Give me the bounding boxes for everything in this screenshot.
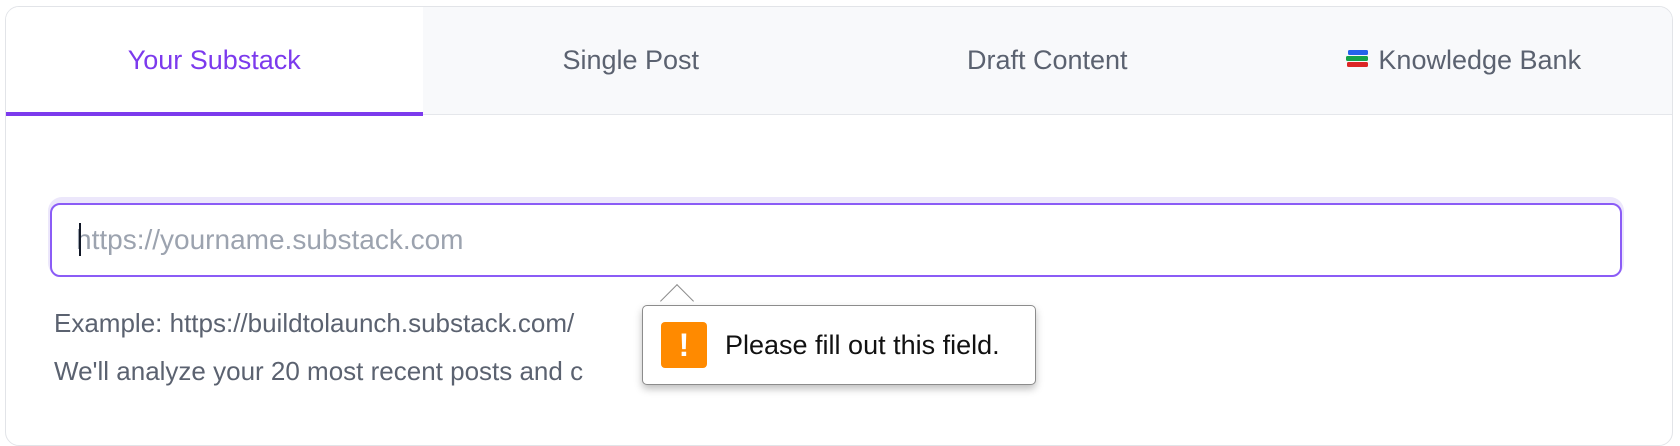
- tab-label: Single Post: [562, 45, 700, 75]
- books-icon: [1346, 50, 1369, 67]
- tab-single-post[interactable]: Single Post: [423, 7, 840, 114]
- tab-label: Draft Content: [966, 45, 1128, 75]
- warning-glyph: !: [678, 327, 690, 363]
- tab-your-substack[interactable]: Your Substack: [6, 7, 423, 116]
- warning-icon: !: [661, 322, 707, 368]
- substack-url-input[interactable]: [50, 203, 1622, 277]
- analyze-hint: We'll analyze your 20 most recent posts …: [54, 356, 584, 386]
- text-caret: [79, 223, 81, 256]
- tab-knowledge-bank[interactable]: Knowledge Bank: [1256, 7, 1673, 114]
- tab-bar: Your Substack Single Post Draft Content …: [6, 7, 1673, 116]
- tab-label: Knowledge Bank: [1378, 45, 1582, 75]
- tab-draft-content[interactable]: Draft Content: [839, 7, 1256, 114]
- example-hint: Example: https://buildtolaunch.substack.…: [54, 308, 575, 338]
- tab-label: Your Substack: [127, 45, 301, 75]
- validation-tooltip: ! Please fill out this field.: [642, 305, 1036, 385]
- validation-message: Please fill out this field.: [725, 329, 1000, 360]
